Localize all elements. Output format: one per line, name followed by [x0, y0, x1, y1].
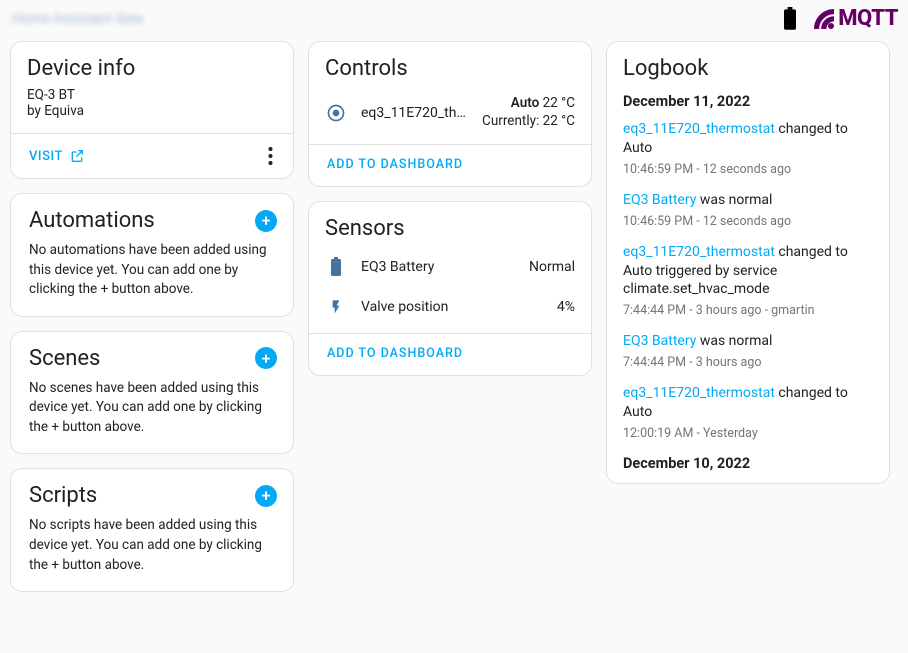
logbook-entity-link[interactable]: EQ3 Battery [623, 333, 696, 349]
control-state: Auto 22 °C Currently: 22 °C [482, 95, 575, 130]
mqtt-signal-icon [812, 7, 836, 31]
logbook-scroll[interactable]: December 11, 2022 eq3_11E720_thermostat c… [623, 87, 877, 477]
logbook-entry-text: eq3_11E720_thermostat changed to Auto [623, 120, 871, 158]
sensors-card: Sensors EQ3 Battery Normal Valve position 4… [308, 201, 592, 376]
add-script-button[interactable]: + [255, 485, 277, 507]
logbook-date-header: December 10, 2022 [623, 455, 871, 472]
controls-title: Controls [325, 56, 575, 81]
automations-empty-text: No automations have been added using thi… [29, 241, 277, 300]
logbook-entry: EQ3 Battery was normal 7:44:44 PM - 3 hou… [623, 332, 871, 370]
device-model: EQ-3 BT [27, 87, 277, 103]
battery-icon [325, 257, 347, 277]
sensors-title: Sensors [325, 216, 575, 241]
scenes-title: Scenes [29, 346, 100, 371]
mqtt-text: MQTT [838, 6, 898, 31]
logbook-entry: eq3_11E720_thermostat changed to Auto tr… [623, 243, 871, 319]
control-row-thermostat[interactable]: eq3_11E720_therm… Auto 22 °C Currently: … [325, 87, 575, 134]
sensor-row[interactable]: EQ3 Battery Normal [325, 247, 575, 287]
sensor-row[interactable]: Valve position 4% [325, 287, 575, 327]
logbook-entity-link[interactable]: EQ3 Battery [623, 192, 696, 208]
scripts-card: Scripts + No scripts have been added usi… [10, 468, 294, 592]
sensor-value: Normal [529, 259, 575, 275]
logbook-entry: EQ3 Battery was normal 10:46:59 PM - 12 s… [623, 191, 871, 229]
add-automation-button[interactable]: + [255, 210, 277, 232]
scripts-empty-text: No scripts have been added using this de… [29, 516, 277, 575]
dots-vertical-icon [268, 146, 273, 166]
page-header: Home Assistant data MQTT [0, 0, 908, 41]
logbook-entry: eq3_11E720_thermostat changed to Auto 10:… [623, 120, 871, 177]
battery-icon [782, 7, 798, 31]
scenes-card: Scenes + No scenes have been added using… [10, 331, 294, 455]
mqtt-logo: MQTT [812, 6, 898, 31]
control-name: eq3_11E720_therm… [361, 105, 468, 121]
logbook-entry-meta: 7:44:44 PM - 3 hours ago [623, 355, 871, 370]
sensor-name: Valve position [361, 299, 543, 315]
logbook-entry-text: eq3_11E720_thermostat changed to Auto tr… [623, 243, 871, 300]
scenes-empty-text: No scenes have been added using this dev… [29, 379, 277, 438]
logbook-entry-meta: 12:00:19 AM - Yesterday [623, 426, 871, 441]
flash-icon [325, 297, 347, 317]
thermostat-icon [325, 103, 347, 123]
breadcrumb-blurred: Home Assistant data [12, 11, 143, 27]
logbook-entry-text: EQ3 Battery was normal [623, 191, 871, 210]
logbook-entity-link[interactable]: eq3_11E720_thermostat [623, 244, 775, 260]
header-indicators: MQTT [782, 6, 898, 31]
logbook-entry-meta: 10:46:59 PM - 12 seconds ago [623, 162, 871, 177]
logbook-entry-meta: 10:46:59 PM - 12 seconds ago [623, 214, 871, 229]
automations-title: Automations [29, 208, 155, 233]
logbook-entry-text: EQ3 Battery was normal [623, 332, 871, 351]
overflow-menu-button[interactable] [264, 146, 277, 166]
sensor-name: EQ3 Battery [361, 259, 515, 275]
logbook-entry-meta: 7:44:44 PM - 3 hours ago - gmartin [623, 303, 871, 318]
sensor-value: 4% [557, 299, 575, 315]
controls-card: Controls eq3_11E720_therm… Auto 22 °C Cu… [308, 41, 592, 187]
logbook-date-header: December 11, 2022 [623, 93, 871, 110]
device-manufacturer: by Equiva [27, 103, 277, 119]
logbook-card: Logbook December 11, 2022 eq3_11E720_ther… [606, 41, 890, 484]
logbook-entry: eq3_11E720_thermostat changed to Auto 12:… [623, 384, 871, 441]
visit-label: VISIT [29, 149, 63, 164]
add-scene-button[interactable]: + [255, 347, 277, 369]
logbook-entry-text: eq3_11E720_thermostat changed to Auto [623, 384, 871, 422]
device-info-title: Device info [27, 56, 277, 81]
logbook-entity-link[interactable]: eq3_11E720_thermostat [623, 121, 775, 137]
logbook-title: Logbook [623, 56, 877, 81]
visit-button[interactable]: VISIT [29, 148, 85, 164]
scripts-title: Scripts [29, 483, 97, 508]
external-link-icon [69, 148, 85, 164]
device-info-card: Device info EQ-3 BT by Equiva VISIT [10, 41, 294, 179]
controls-add-dashboard-button[interactable]: ADD TO DASHBOARD [309, 145, 591, 186]
sensors-add-dashboard-button[interactable]: ADD TO DASHBOARD [309, 334, 591, 375]
logbook-entity-link[interactable]: eq3_11E720_thermostat [623, 385, 775, 401]
automations-card: Automations + No automations have been a… [10, 193, 294, 317]
